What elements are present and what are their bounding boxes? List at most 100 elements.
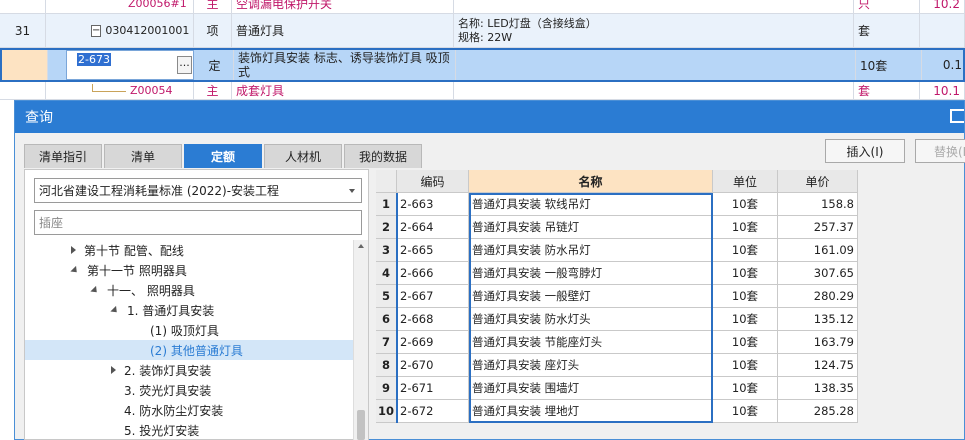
quota-code[interactable]: 2-665 [397, 239, 469, 262]
table-row[interactable]: Z00054 主 成套灯具 套 10.1 [0, 82, 965, 100]
code-text[interactable]: Z00054 [130, 84, 173, 97]
code-cell[interactable]: Z00054 [46, 82, 194, 99]
quota-name[interactable]: 普通灯具安装 一般弯脖灯 [469, 262, 713, 285]
quota-unit[interactable]: 10套 [713, 400, 778, 423]
tree-node[interactable]: 1. 普通灯具安装 [25, 300, 355, 320]
quota-unit[interactable]: 10套 [713, 285, 778, 308]
collapse-icon[interactable] [110, 305, 120, 315]
code-input-value[interactable]: 2-673 [77, 53, 111, 66]
collapse-toggle[interactable]: − [91, 24, 102, 37]
quota-price[interactable]: 163.79 [778, 331, 858, 354]
quota-unit[interactable]: 10套 [713, 239, 778, 262]
quota-name[interactable]: 普通灯具安装 吊链灯 [469, 216, 713, 239]
quota-unit[interactable]: 10套 [713, 216, 778, 239]
quota-name[interactable]: 普通灯具安装 围墙灯 [469, 377, 713, 400]
header-price[interactable]: 单价 [778, 170, 858, 193]
quota-code[interactable]: 2-666 [397, 262, 469, 285]
tab-list-guide[interactable]: 清单指引 [24, 144, 102, 168]
quota-price[interactable]: 135.12 [778, 308, 858, 331]
quota-price[interactable]: 280.29 [778, 285, 858, 308]
quota-name[interactable]: 普通灯具安装 软线吊灯 [469, 193, 713, 216]
table-row-selected[interactable]: 2-673 ··· 定 装饰灯具安装 标志、诱导装饰灯具 吸顶式 10套 0.1 [0, 48, 965, 82]
tab-labor-material-machine[interactable]: 人材机 [264, 144, 342, 168]
quota-price[interactable]: 257.37 [778, 216, 858, 239]
expand-icon[interactable] [71, 246, 76, 254]
code-editor[interactable]: 2-673 ··· [66, 50, 194, 80]
tree-node[interactable]: (1) 吸顶灯具 [25, 320, 355, 340]
name-cell[interactable]: 普通灯具 [232, 14, 454, 47]
quota-code[interactable]: 2-663 [397, 193, 469, 216]
table-row[interactable]: 9 2-671 普通灯具安装 围墙灯 10套 138.35 [376, 377, 858, 400]
quota-code[interactable]: 2-667 [397, 285, 469, 308]
quota-code[interactable]: 2-672 [397, 400, 469, 423]
table-row[interactable]: 3 2-665 普通灯具安装 防水吊灯 10套 161.09 [376, 239, 858, 262]
tree-node[interactable]: 第十一节 照明器具 [25, 260, 355, 280]
code-cell[interactable]: − 030412001001 [46, 14, 194, 47]
quota-price[interactable]: 161.09 [778, 239, 858, 262]
tree-node[interactable]: 4. 防水防尘灯安装 [25, 400, 355, 420]
tree-scrollbar[interactable] [353, 240, 368, 440]
tree-node[interactable]: 3. 荧光灯具安装 [25, 380, 355, 400]
table-row[interactable]: 31 − 030412001001 项 普通灯具 名称: LED灯盘（含接线盒）… [0, 14, 965, 48]
table-row[interactable]: 10 2-672 普通灯具安装 埋地灯 10套 285.28 [376, 400, 858, 423]
quota-name[interactable]: 普通灯具安装 一般壁灯 [469, 285, 713, 308]
tree-node[interactable]: 十一、 照明器具 [25, 280, 355, 300]
library-select[interactable]: 河北省建设工程消耗量标准 (2022)-安装工程 [34, 178, 362, 203]
header-unit[interactable]: 单位 [713, 170, 778, 193]
quota-code[interactable]: 2-669 [397, 331, 469, 354]
name-cell[interactable]: 装饰灯具安装 标志、诱导装饰灯具 吸顶式 [234, 50, 456, 80]
table-row[interactable]: 7 2-669 普通灯具安装 节能座灯头 10套 163.79 [376, 331, 858, 354]
tree-node[interactable]: 5. 投光灯安装 [25, 420, 355, 440]
quota-code[interactable]: 2-664 [397, 216, 469, 239]
table-row[interactable]: 2 2-664 普通灯具安装 吊链灯 10套 257.37 [376, 216, 858, 239]
quota-code[interactable]: 2-671 [397, 377, 469, 400]
quota-name[interactable]: 普通灯具安装 座灯头 [469, 354, 713, 377]
quota-code[interactable]: 2-670 [397, 354, 469, 377]
table-row[interactable]: 1 2-663 普通灯具安装 软线吊灯 10套 158.8 [376, 193, 858, 216]
replace-button[interactable]: 替换(R [915, 139, 965, 163]
table-row[interactable]: Z00056#1 主 空调漏电保护开关 只 10.2 [0, 0, 965, 14]
quota-unit[interactable]: 10套 [713, 377, 778, 400]
scroll-up-icon[interactable] [358, 244, 364, 248]
quota-unit[interactable]: 10套 [713, 331, 778, 354]
code-cell[interactable]: Z00056#1 [46, 0, 194, 13]
quota-price[interactable]: 307.65 [778, 262, 858, 285]
quota-unit[interactable]: 10套 [713, 262, 778, 285]
more-options-button[interactable]: ··· [177, 56, 192, 74]
tab-my-data[interactable]: 我的数据 [344, 144, 422, 168]
tab-list[interactable]: 清单 [104, 144, 182, 168]
table-row[interactable]: 8 2-670 普通灯具安装 座灯头 10套 124.75 [376, 354, 858, 377]
quota-name[interactable]: 普通灯具安装 节能座灯头 [469, 331, 713, 354]
expand-icon[interactable] [111, 366, 116, 374]
quota-unit[interactable]: 10套 [713, 308, 778, 331]
tree-node-selected[interactable]: (2) 其他普通灯具 [25, 340, 355, 360]
insert-button[interactable]: 插入(I) [825, 139, 905, 163]
quota-name[interactable]: 普通灯具安装 防水灯头 [469, 308, 713, 331]
tab-quota[interactable]: 定额 [184, 144, 262, 168]
tree-node[interactable]: 2. 装饰灯具安装 [25, 360, 355, 380]
quota-name[interactable]: 普通灯具安装 防水吊灯 [469, 239, 713, 262]
name-cell[interactable]: 成套灯具 [236, 82, 284, 99]
name-cell[interactable]: 空调漏电保护开关 [236, 0, 332, 12]
table-row[interactable]: 5 2-667 普通灯具安装 一般壁灯 10套 280.29 [376, 285, 858, 308]
tree-node[interactable]: 第十节 配管、配线 [25, 240, 355, 260]
quota-price[interactable]: 138.35 [778, 377, 858, 400]
quota-price[interactable]: 285.28 [778, 400, 858, 423]
header-name[interactable]: 名称 [469, 170, 713, 193]
scrollbar-thumb[interactable] [357, 410, 365, 440]
quota-unit[interactable]: 10套 [713, 354, 778, 377]
quota-price[interactable]: 158.8 [778, 193, 858, 216]
dialog-titlebar[interactable]: 查询 [15, 101, 964, 133]
table-row[interactable]: 4 2-666 普通灯具安装 一般弯脖灯 10套 307.65 [376, 262, 858, 285]
chevron-down-icon[interactable] [349, 189, 355, 193]
quota-unit[interactable]: 10套 [713, 193, 778, 216]
maximize-icon[interactable] [950, 109, 964, 123]
collapse-icon[interactable] [90, 285, 100, 295]
quota-code[interactable]: 2-668 [397, 308, 469, 331]
search-input[interactable]: 插座 [34, 210, 362, 235]
quota-name[interactable]: 普通灯具安装 埋地灯 [469, 400, 713, 423]
header-code[interactable]: 编码 [397, 170, 469, 193]
table-row[interactable]: 6 2-668 普通灯具安装 防水灯头 10套 135.12 [376, 308, 858, 331]
collapse-icon[interactable] [70, 265, 80, 275]
quota-price[interactable]: 124.75 [778, 354, 858, 377]
